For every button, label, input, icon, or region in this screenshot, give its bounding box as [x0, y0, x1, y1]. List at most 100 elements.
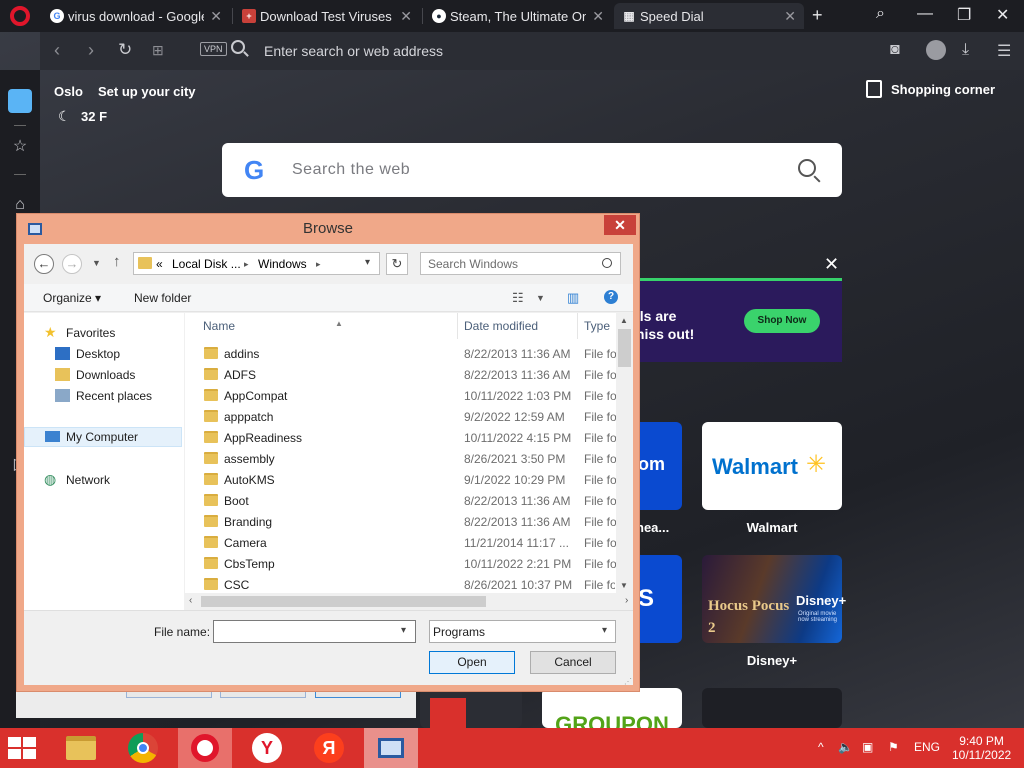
tile-walmart[interactable]: Walmart ✳ — [702, 422, 842, 510]
chevron-down-icon[interactable]: ▾ — [602, 625, 607, 636]
table-row[interactable]: Camera11/21/2014 11:17 ...File folder — [185, 532, 616, 553]
file-name-input[interactable]: ▾ — [213, 620, 416, 643]
table-row[interactable]: apppatch9/2/2022 12:59 AMFile folder — [185, 406, 616, 427]
back-button[interactable]: ‹ — [54, 40, 60, 61]
forward-arrow-icon[interactable]: → — [62, 254, 82, 274]
chevron-down-icon[interactable]: ▾ — [401, 625, 406, 636]
refresh-button[interactable]: ↻ — [386, 253, 408, 275]
close-window-button[interactable]: ✕ — [996, 5, 1009, 25]
new-folder-button[interactable]: New folder — [134, 291, 191, 305]
breadcrumb-windows[interactable]: Windows — [258, 257, 307, 271]
close-tab-icon[interactable]: ✕ — [784, 8, 796, 25]
speed-dial-grid-icon[interactable]: ⊞ — [152, 42, 164, 59]
windows-start-icon[interactable] — [8, 737, 38, 759]
table-row[interactable]: AppReadiness10/11/2022 4:15 PMFile folde… — [185, 427, 616, 448]
file-type-select[interactable]: Programs ▾ — [429, 620, 616, 643]
shopping-corner-link[interactable]: Shopping corner — [891, 82, 995, 97]
view-options-icon[interactable]: ☷ — [512, 290, 524, 306]
scroll-down-icon[interactable]: ▼ — [620, 581, 628, 590]
network-icon[interactable]: ▣ — [862, 740, 873, 754]
forward-button[interactable]: › — [88, 40, 94, 61]
nav-downloads[interactable]: Downloads — [24, 365, 184, 385]
close-tab-icon[interactable]: ✕ — [592, 8, 604, 25]
close-dialog-button[interactable]: ✕ — [604, 215, 636, 235]
action-center-icon[interactable]: ⚑ — [888, 740, 899, 754]
back-arrow-icon[interactable]: ← — [34, 254, 54, 274]
tab-download-test-viruses[interactable]: + Download Test Viruses - Ik ✕ — [234, 3, 420, 29]
volume-muted-icon[interactable]: 🔈 — [838, 740, 853, 754]
table-row[interactable]: AutoKMS9/1/2022 10:29 PMFile folder — [185, 469, 616, 490]
yandex-icon[interactable]: Я — [302, 728, 356, 768]
tab-google-search[interactable]: G virus download - Google S ✕ — [42, 3, 230, 29]
web-search-box[interactable]: G Search the web — [222, 143, 842, 197]
chevron-down-icon[interactable]: ▼ — [536, 293, 545, 303]
set-city-link[interactable]: Set up your city — [98, 84, 196, 99]
tile-dark[interactable] — [702, 688, 842, 728]
tab-speed-dial[interactable]: ▦ Speed Dial ✕ — [614, 3, 804, 29]
chevron-right-icon[interactable]: ▸ — [316, 259, 321, 270]
language-indicator[interactable]: ENG — [914, 740, 940, 754]
new-tab-button[interactable]: + — [812, 5, 823, 26]
tab-steam[interactable]: ● Steam, The Ultimate Onlin ✕ — [424, 3, 612, 29]
column-type[interactable]: Type — [578, 313, 616, 339]
restore-button[interactable]: ❐ — [957, 5, 971, 25]
easy-setup-icon[interactable]: ☰ — [997, 41, 1011, 61]
scroll-left-icon[interactable]: ‹ — [189, 595, 192, 606]
search-windows-input[interactable]: Search Windows — [420, 252, 621, 275]
table-row[interactable]: addins8/22/2013 11:36 AMFile folder — [185, 343, 616, 364]
nav-favorites[interactable]: ★ Favorites — [24, 323, 184, 343]
close-promo-icon[interactable]: ✕ — [824, 254, 839, 275]
table-row[interactable]: Boot8/22/2013 11:36 AMFile folder — [185, 490, 616, 511]
table-row[interactable]: CbsTemp10/11/2022 2:21 PMFile folder — [185, 553, 616, 574]
tab-search-icon[interactable]: ⌕ — [876, 5, 885, 23]
clock[interactable]: 9:40 PM 10/11/2022 — [952, 734, 1011, 762]
breadcrumb-overflow[interactable]: « — [156, 257, 163, 271]
column-name[interactable]: Name ▲ — [197, 313, 458, 339]
table-row[interactable]: Branding8/22/2013 11:36 AMFile folder — [185, 511, 616, 532]
opera-menu-icon[interactable] — [10, 6, 30, 26]
recent-locations-icon[interactable]: ▼ — [92, 258, 101, 268]
breadcrumb-local-disk[interactable]: Local Disk ... — [172, 257, 241, 271]
shop-now-button[interactable]: Shop Now — [744, 309, 820, 333]
download-icon[interactable]: ⤓ — [962, 41, 969, 59]
cancel-button[interactable]: Cancel — [530, 651, 616, 674]
dialog-app-taskbar-icon[interactable] — [364, 728, 418, 768]
resize-grip-icon[interactable]: ⋰ — [624, 677, 632, 686]
open-button[interactable]: Open — [429, 651, 515, 674]
scrollbar-thumb[interactable] — [201, 596, 486, 607]
tile-groupon[interactable]: GROUPON — [542, 688, 682, 737]
scroll-up-icon[interactable]: ▲ — [620, 316, 628, 325]
organize-button[interactable]: Organize ▾ — [43, 291, 101, 305]
scroll-right-icon[interactable]: › — [625, 595, 628, 606]
chrome-icon[interactable] — [116, 728, 170, 768]
column-date-modified[interactable]: Date modified — [458, 313, 578, 339]
file-explorer-icon[interactable] — [54, 728, 108, 768]
table-row[interactable]: CSC8/26/2021 10:37 PMFile folder — [185, 574, 615, 593]
search-placeholder[interactable]: Search the web — [292, 161, 410, 179]
chevron-right-icon[interactable]: ▸ — [244, 259, 249, 270]
breadcrumb[interactable]: « Local Disk ... ▸ Windows ▸ ▾ — [133, 252, 380, 275]
preview-pane-icon[interactable]: ▥ — [567, 290, 579, 306]
vpn-badge[interactable]: VPN — [200, 42, 227, 56]
table-row[interactable]: ADFS8/22/2013 11:36 AMFile folder — [185, 364, 616, 385]
shopping-bag-icon[interactable] — [866, 80, 882, 98]
close-tab-icon[interactable]: ✕ — [400, 8, 412, 25]
bookmarks-icon[interactable]: ☆ — [10, 136, 30, 156]
yandex-browser-icon[interactable]: Y — [240, 728, 294, 768]
chevron-down-icon[interactable]: ▾ — [365, 257, 370, 268]
home-icon[interactable] — [8, 89, 32, 113]
camera-icon[interactable]: ◙ — [890, 41, 900, 59]
reload-button[interactable]: ↻ — [118, 40, 132, 60]
nav-network[interactable]: ◍ Network — [24, 470, 184, 490]
nav-desktop[interactable]: Desktop — [24, 344, 184, 364]
nav-recent-places[interactable]: Recent places — [24, 386, 184, 406]
tile-disney-plus[interactable]: Hocus Pocus 2 Disney+ Original movie now… — [702, 555, 846, 643]
table-row[interactable]: AppCompat10/11/2022 1:03 PMFile folder — [185, 385, 616, 406]
horizontal-scrollbar[interactable]: ‹ › — [185, 593, 633, 610]
show-hidden-icons[interactable]: ^ — [818, 740, 824, 754]
search-icon[interactable] — [798, 159, 816, 177]
minimize-button[interactable]: — — [917, 5, 933, 23]
scrollbar-thumb[interactable] — [618, 329, 631, 367]
account-icon[interactable] — [926, 40, 946, 60]
table-row[interactable]: assembly8/26/2021 3:50 PMFile folder — [185, 448, 616, 469]
